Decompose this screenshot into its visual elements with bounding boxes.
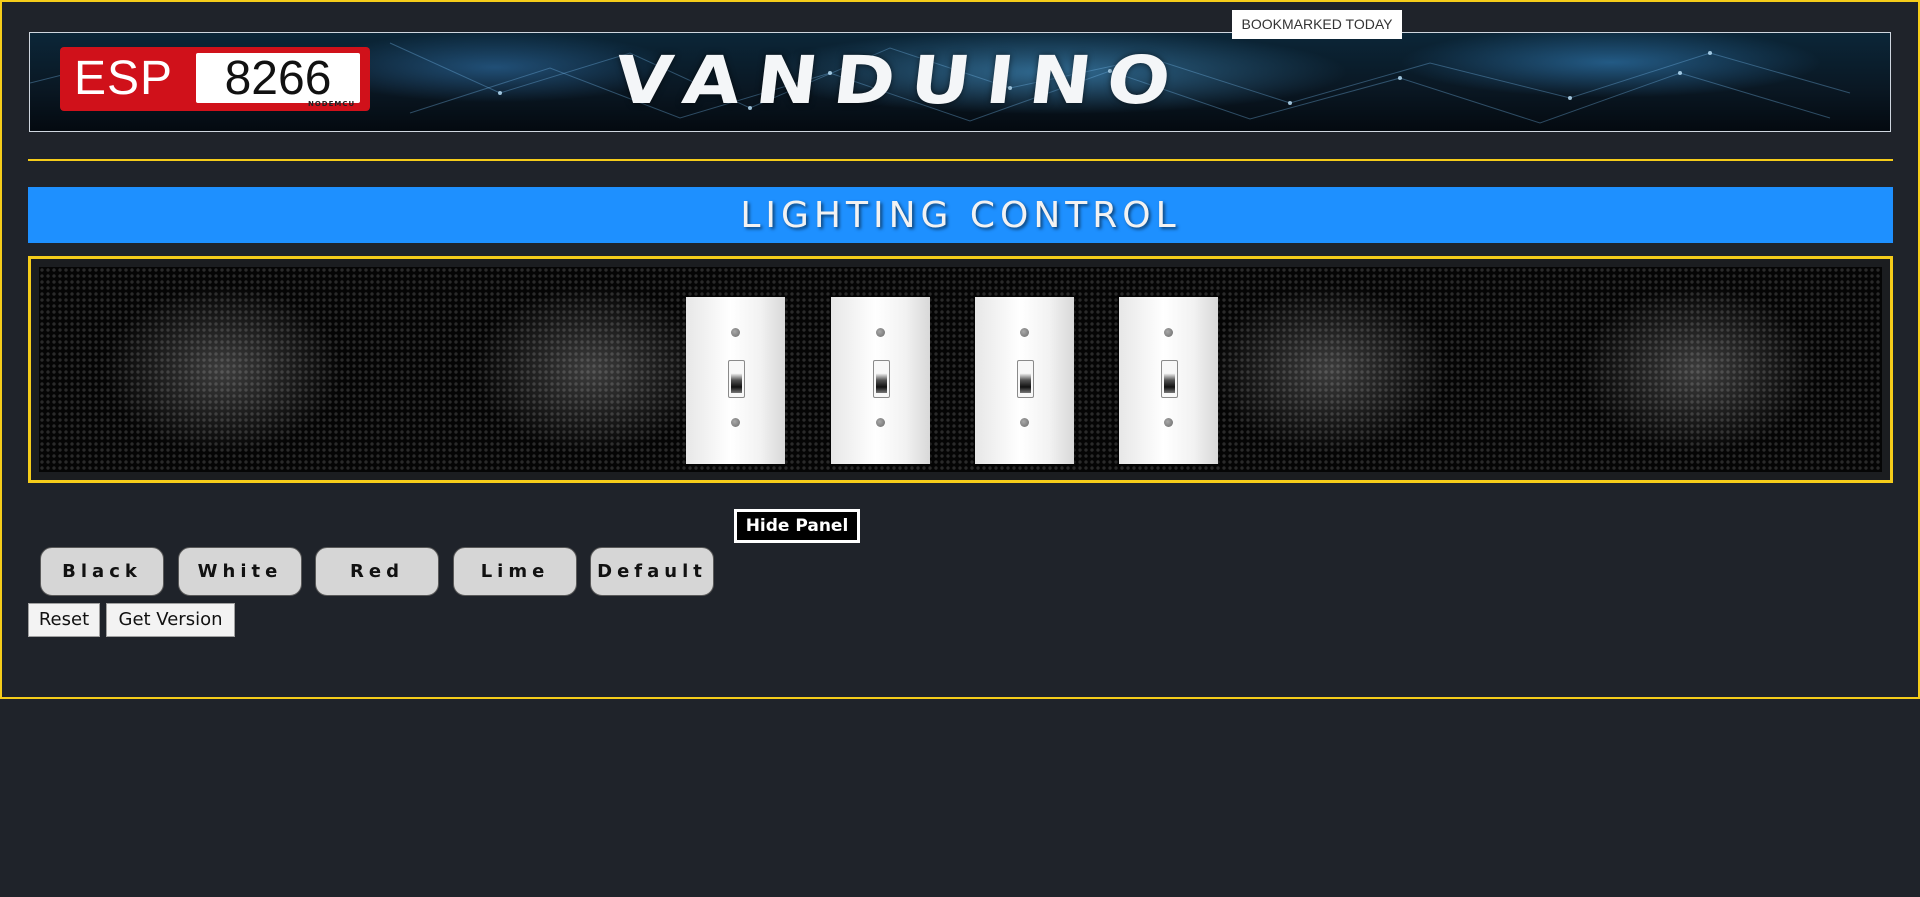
- light-switch-1[interactable]: [686, 297, 785, 464]
- screw-icon: [876, 418, 885, 427]
- hide-panel-button[interactable]: Hide Panel: [734, 509, 860, 543]
- reset-button[interactable]: Reset: [28, 603, 100, 637]
- toggle-lever-icon: [1161, 360, 1178, 398]
- light-switch-3[interactable]: [975, 297, 1074, 464]
- color-red-button[interactable]: Red: [315, 547, 439, 596]
- screw-icon: [1164, 418, 1173, 427]
- screw-icon: [731, 418, 740, 427]
- logo-prefix: ESP: [74, 52, 174, 105]
- switch-panel: [28, 256, 1893, 483]
- screw-icon: [1164, 328, 1173, 337]
- bookmark-badge: BOOKMARKED TODAY: [1232, 10, 1402, 39]
- screw-icon: [1020, 328, 1029, 337]
- light-switch-2[interactable]: [831, 297, 930, 464]
- site-title: VANDUINO: [610, 42, 1191, 119]
- screw-icon: [876, 328, 885, 337]
- toggle-lever-icon: [728, 360, 745, 398]
- panel-background: [39, 267, 1882, 472]
- divider: [28, 159, 1893, 161]
- toggle-lever-icon: [1017, 360, 1034, 398]
- section-title: LIGHTING CONTROL: [28, 187, 1893, 243]
- header-banner: ESP 8266 NODEMCU VANDUINO: [29, 32, 1891, 132]
- color-default-button[interactable]: Default: [590, 547, 714, 596]
- logo-subtitle: NODEMCU: [308, 100, 356, 108]
- screw-icon: [1020, 418, 1029, 427]
- color-white-button[interactable]: White: [178, 547, 302, 596]
- logo-number: 8266: [196, 53, 360, 105]
- light-switch-4[interactable]: [1119, 297, 1218, 464]
- get-version-button[interactable]: Get Version: [106, 603, 235, 637]
- esp8266-logo: ESP 8266 NODEMCU: [60, 47, 370, 111]
- toggle-lever-icon: [873, 360, 890, 398]
- color-black-button[interactable]: Black: [40, 547, 164, 596]
- screw-icon: [731, 328, 740, 337]
- color-lime-button[interactable]: Lime: [453, 547, 577, 596]
